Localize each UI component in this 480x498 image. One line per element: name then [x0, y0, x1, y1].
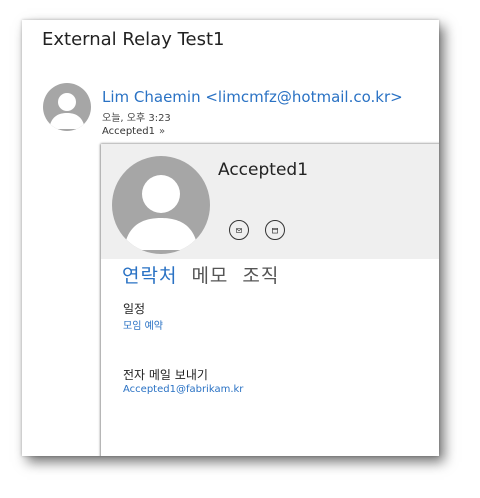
email-icon[interactable]	[229, 220, 249, 240]
tab-organization[interactable]: 조직	[242, 261, 279, 288]
schedule-meeting-link[interactable]: 모임 예약	[123, 317, 163, 332]
contact-name: Accepted1	[218, 160, 309, 180]
recipient-name[interactable]: Accepted1	[102, 126, 155, 137]
message-subject: External Relay Test1	[42, 29, 225, 50]
contact-avatar	[112, 156, 210, 254]
sender-name[interactable]: Lim Chaemin <limcmfz@hotmail.co.kr>	[102, 88, 403, 106]
calendar-icon[interactable]	[265, 220, 285, 240]
send-email-label: 전자 메일 보내기	[123, 368, 208, 382]
person-icon	[49, 93, 85, 129]
contact-card: Accepted1 연락처 메모 조직 일정 모임 예약 전자 메일 보내기 A…	[101, 144, 439, 456]
message-window: External Relay Test1 Lim Chaemin <limcmf…	[22, 20, 439, 456]
schedule-label: 일정	[123, 302, 146, 316]
sender-avatar[interactable]	[43, 83, 91, 131]
contact-tabs: 연락처 메모 조직	[122, 261, 279, 288]
tab-contact[interactable]: 연락처	[122, 261, 177, 288]
contact-email-link[interactable]: Accepted1@fabrikam.kr	[123, 384, 243, 395]
tab-notes[interactable]: 메모	[191, 261, 228, 288]
message-time: 오늘, 오후 3:23	[102, 113, 171, 124]
chevron-down-double-icon[interactable]: »	[159, 126, 165, 137]
person-icon	[124, 175, 198, 250]
recipient-row: Accepted1 »	[102, 126, 165, 137]
